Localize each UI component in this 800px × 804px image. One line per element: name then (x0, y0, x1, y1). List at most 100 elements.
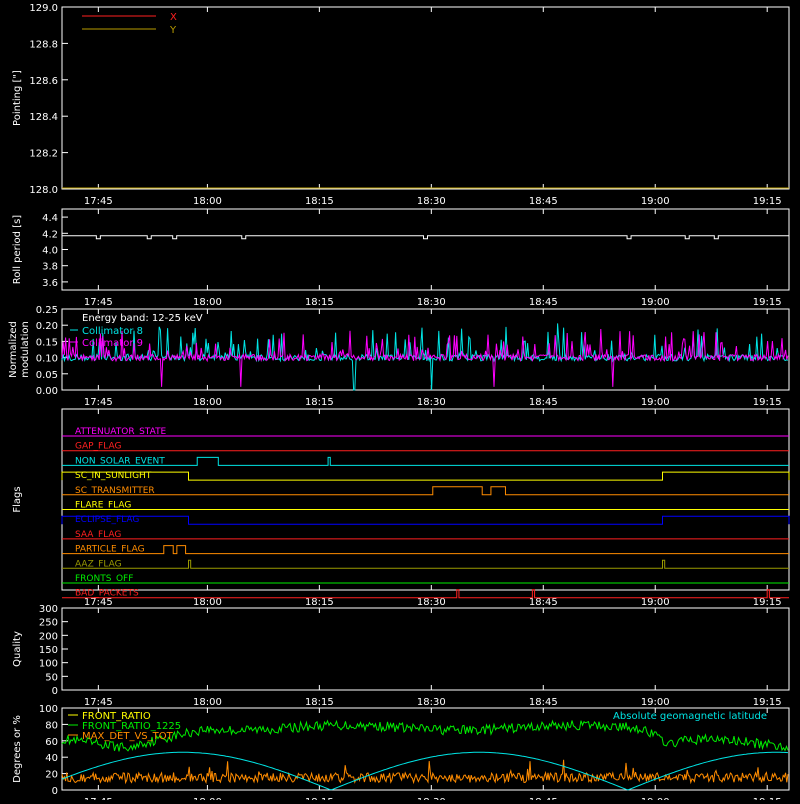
legend-label: MAX_DET_VS_TOT (82, 731, 174, 742)
x-tick-label: 19:15 (753, 196, 782, 207)
flag-line (62, 545, 789, 555)
flag-label: ATTENUATOR_STATE (75, 427, 167, 437)
y-tick-label: 4.4 (42, 213, 58, 224)
x-tick-label: 18:30 (417, 297, 446, 308)
legend-label: Y (169, 25, 177, 36)
y-tick-label: 60 (45, 737, 58, 748)
y-tick-label: 0.00 (36, 386, 58, 397)
y-tick-label: 3.6 (42, 278, 58, 289)
x-tick-label: 18:45 (529, 697, 558, 708)
flag-line (61, 471, 790, 481)
y-tick-label: 0.05 (36, 370, 58, 381)
x-tick-label: 18:15 (305, 597, 334, 608)
x-tick-label: 18:30 (417, 597, 446, 608)
y-axis-title: Quality (12, 631, 23, 667)
flag-label: SAA_FLAG (75, 530, 121, 540)
flag-line (62, 486, 789, 496)
x-tick-label: 17:45 (84, 196, 113, 207)
y-tick-label: 50 (45, 672, 58, 683)
x-tick-label: 18:30 (417, 697, 446, 708)
y-axis-title: Pointing ["] (12, 70, 23, 126)
y-axis-title: Roll period [s] (12, 215, 23, 284)
x-tick-label: 17:45 (84, 397, 113, 408)
y-tick-label: 100 (39, 704, 58, 715)
y-tick-label: 250 (39, 618, 58, 629)
flag-line (62, 456, 789, 466)
flag-label: AAZ_FLAG (75, 559, 122, 569)
legend-label: X (170, 12, 177, 23)
y-tick-label: 0 (52, 686, 58, 697)
legend-label: Collimator 9 (82, 338, 143, 349)
x-tick-label: 19:15 (753, 397, 782, 408)
y-tick-label: 0.15 (36, 337, 58, 348)
x-tick-label: 18:15 (305, 196, 334, 207)
series-line-max-det-vs-tot (61, 759, 789, 785)
x-tick-label: 18:00 (193, 297, 222, 308)
y-tick-label: 0.25 (36, 305, 58, 316)
y-tick-label: 4.2 (42, 229, 58, 240)
flag-label: GAP_FLAG (75, 442, 121, 452)
y-tick-label: 300 (39, 604, 58, 615)
x-tick-label: 18:45 (529, 597, 558, 608)
x-tick-label: 18:00 (193, 597, 222, 608)
energy-band-annotation: Energy band: 12-25 keV (82, 313, 203, 324)
x-tick-label: 19:00 (641, 397, 670, 408)
y-tick-label: 100 (39, 659, 58, 670)
flag-line (62, 559, 789, 569)
flag-label: SC_IN_SUNLIGHT (75, 471, 152, 481)
flag-label: ECLIPSE_FLAG (75, 515, 139, 525)
flag-label: NON_SOLAR_EVENT (75, 456, 165, 466)
y-tick-label: 0.20 (36, 321, 58, 332)
x-tick-label: 18:00 (193, 397, 222, 408)
x-tick-label: 18:15 (305, 697, 334, 708)
y-tick-label: 128.2 (29, 149, 58, 160)
y-tick-label: 200 (39, 631, 58, 642)
y-tick-label: 128.6 (29, 76, 58, 87)
y-tick-label: 128.8 (29, 39, 58, 50)
x-tick-label: 19:15 (753, 297, 782, 308)
summary-chart-svg: 17:45 18:00 18:15 18:30 18:45 19:00 19:15 129.0… (8, 3, 790, 804)
y-tick-label: 3.8 (42, 262, 58, 273)
flag-label: SC_TRANSMITTER (75, 486, 155, 496)
y-axis-title: modulation (20, 321, 31, 378)
flag-label: FLARE_FLAG (75, 501, 131, 511)
panel-frame (61, 208, 790, 291)
flag-label: FRONTS_OFF (75, 574, 133, 584)
x-tick-label: 18:45 (529, 297, 558, 308)
y-axis-title: Degrees or % (12, 715, 23, 783)
geomagnetic-annotation: Absolute geomagnetic latitude (613, 711, 767, 722)
x-tick-label: 19:00 (641, 697, 670, 708)
flag-label: PARTICLE_FLAG (75, 545, 145, 555)
x-tick-label: 17:45 (84, 697, 113, 708)
x-tick-label: 19:15 (753, 697, 782, 708)
y-tick-label: 0 (52, 786, 58, 797)
x-tick-label: 18:15 (305, 297, 334, 308)
y-tick-label: 128.0 (29, 185, 58, 196)
y-tick-label: 20 (45, 770, 58, 781)
y-axis-title: Normalized (8, 321, 19, 378)
flag-line (61, 515, 790, 525)
series-line-geomagnetic-latitude (61, 751, 789, 791)
legend-label: Collimator 8 (82, 326, 143, 337)
x-tick-label: 19:15 (753, 597, 782, 608)
x-tick-label: 18:00 (193, 697, 222, 708)
x-tick-label: 18:45 (529, 397, 558, 408)
y-tick-label: 129.0 (29, 3, 58, 14)
x-tick-label: 19:00 (641, 196, 670, 207)
x-tick-label: 18:45 (529, 196, 558, 207)
x-tick-label: 18:00 (193, 196, 222, 207)
x-tick-label: 19:00 (641, 597, 670, 608)
flag-label: BAD_PACKETS (75, 589, 139, 599)
y-tick-label: 150 (39, 645, 58, 656)
hessi-summary-plot: 17:45 18:00 18:15 18:30 18:45 19:00 19:15 129.0… (0, 0, 800, 804)
y-tick-label: 4.0 (42, 246, 58, 257)
y-tick-label: 40 (45, 753, 58, 764)
x-tick-label: 18:30 (417, 196, 446, 207)
y-tick-label: 128.4 (29, 112, 58, 123)
x-tick-label: 18:30 (417, 397, 446, 408)
y-tick-label: 0.10 (36, 354, 58, 365)
series-line-roll-period (62, 235, 789, 240)
x-tick-label: 18:15 (305, 397, 334, 408)
y-axis-title: Flags (12, 486, 23, 512)
x-tick-label: 19:00 (641, 297, 670, 308)
